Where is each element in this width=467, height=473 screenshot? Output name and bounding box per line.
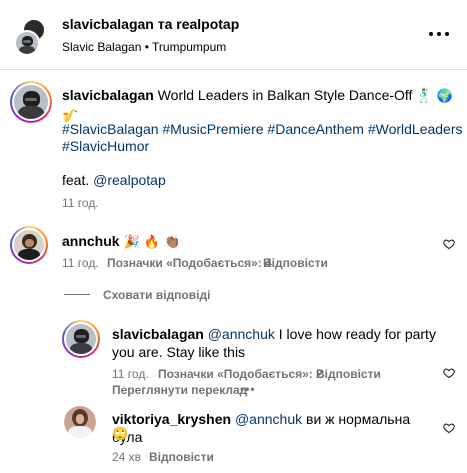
post-username[interactable]: slavicbalagan <box>62 87 154 103</box>
feat-label: feat. <box>62 172 90 188</box>
header-subtitle[interactable]: Slavic Balagan • Trumpumpum <box>62 40 226 54</box>
reply-username[interactable]: viktoriya_kryshen <box>112 411 231 427</box>
reply-avatar-viktoriya[interactable] <box>64 406 96 438</box>
reply-mention[interactable]: @annchuk <box>235 411 302 427</box>
post-header: slavicbalagan та realpotap Slavic Balaga… <box>0 0 467 70</box>
dot-icon <box>437 32 441 36</box>
hide-replies-button[interactable]: Сховати відповіді <box>103 288 210 302</box>
like-heart-icon[interactable] <box>443 367 455 379</box>
reply-reply-button[interactable]: Відповісти <box>149 450 214 464</box>
comment-reply-button[interactable]: Відповісти <box>263 256 328 270</box>
reply-time[interactable]: 24 хв <box>112 450 141 464</box>
reply-slavicbalagan: slavicbalagan @annchuk I love how ready … <box>112 325 442 343</box>
reply-emoji: 🙄 <box>112 427 129 442</box>
replies-divider <box>64 294 90 295</box>
header-title[interactable]: slavicbalagan та realpotap <box>62 16 239 32</box>
comment-emojis: 🎉 🔥 👏🏽 <box>123 235 181 250</box>
comment-likes-count[interactable]: Позначки «Подобається»: 4 <box>107 256 272 270</box>
reply-more-options-button[interactable]: ••• <box>240 382 256 396</box>
post-hashtags-line2[interactable]: #SlavicHumor <box>62 137 149 155</box>
dot-icon <box>429 32 433 36</box>
post-time[interactable]: 11 год. <box>62 196 99 210</box>
reply-avatar-slavicbalagan[interactable] <box>62 320 100 358</box>
reply-reply-button[interactable]: Відповісти <box>316 367 381 381</box>
reply-text-line2: you are. Stay like this <box>112 344 246 360</box>
like-heart-icon[interactable] <box>443 238 455 250</box>
avatar-slavicbalagan[interactable] <box>14 30 40 56</box>
reply-viktoriya: viktoriya_kryshen @annchuk ви ж нормальн… <box>112 410 442 446</box>
reply-mention[interactable]: @annchuk <box>208 326 275 342</box>
post-caption-text: World Leaders in Balkan Style Dance-Off <box>157 87 413 103</box>
comment-avatar-annchuk[interactable] <box>10 226 48 264</box>
comment-time[interactable]: 11 год. <box>62 256 99 270</box>
post-author-avatar[interactable] <box>10 81 52 123</box>
comment-username[interactable]: annchuk <box>62 233 120 249</box>
comment-annchuk: annchuk 🎉 🔥 👏🏽 <box>62 232 180 252</box>
post-feat: feat. @realpotap <box>62 171 166 189</box>
reply-username[interactable]: slavicbalagan <box>112 326 204 342</box>
more-options-button[interactable] <box>429 24 449 44</box>
post-hashtags-line1[interactable]: #SlavicBalagan #MusicPremiere #DanceAnth… <box>62 120 463 138</box>
collab-avatars[interactable] <box>14 18 46 56</box>
like-heart-icon[interactable] <box>443 422 455 434</box>
reply-text: I love how ready for party <box>278 326 436 342</box>
see-translation-button[interactable]: Переглянути переклад <box>112 383 247 397</box>
dot-icon <box>445 32 449 36</box>
feat-mention[interactable]: @realpotap <box>93 172 166 188</box>
reply-time[interactable]: 11 год. <box>112 367 149 381</box>
reply-likes-count[interactable]: Позначки «Подобається»: 2 <box>158 367 323 381</box>
